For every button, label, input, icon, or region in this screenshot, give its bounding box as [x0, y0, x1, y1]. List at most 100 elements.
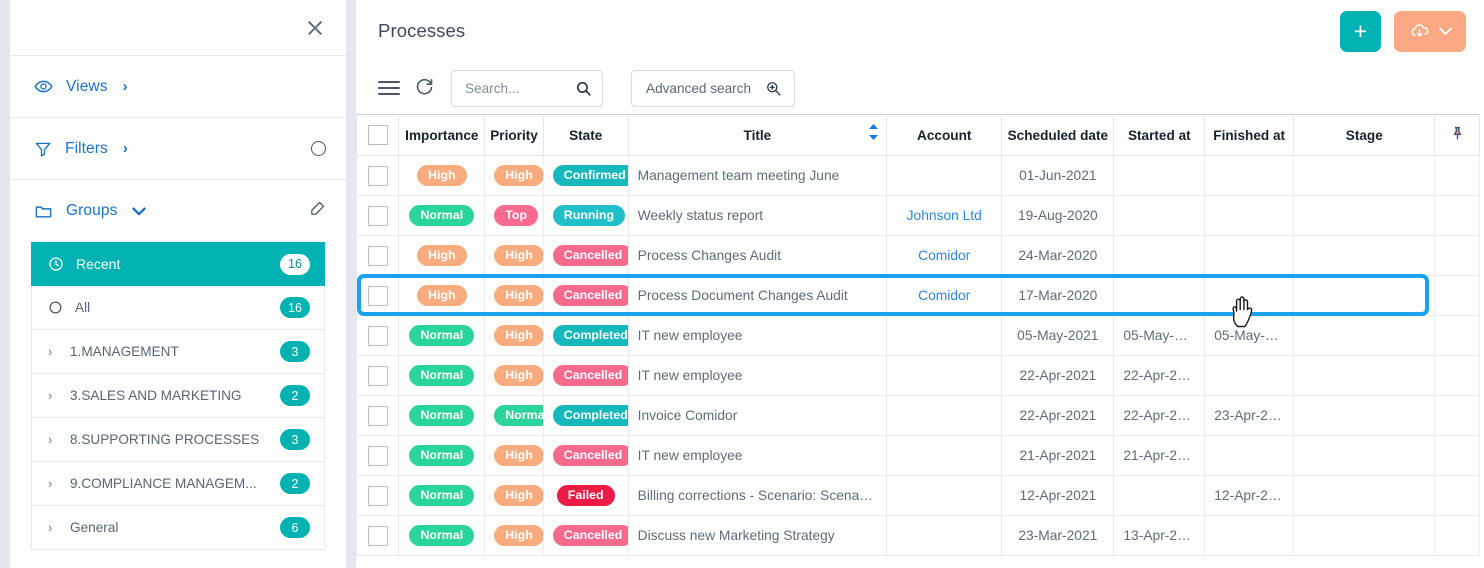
search-box[interactable] — [451, 69, 603, 107]
row-checkbox-cell[interactable] — [356, 275, 400, 316]
chevron-right-icon: › — [122, 78, 128, 95]
status-badge: Confirmed — [552, 164, 628, 187]
cell-title[interactable]: IT new employee — [627, 315, 888, 356]
refresh-icon[interactable] — [414, 75, 435, 101]
clock-icon — [48, 256, 64, 272]
table-row[interactable]: Normal High Completed IT new employee 05-May… — [356, 315, 1480, 356]
chevron-right-icon[interactable]: › — [48, 344, 58, 359]
row-checkbox[interactable] — [367, 325, 388, 346]
column-header-priority[interactable]: Priority — [484, 114, 544, 156]
cell-title[interactable]: Weekly status report — [627, 195, 888, 236]
account-link[interactable]: Comidor — [918, 288, 970, 303]
table-row[interactable]: Normal Normal CompletedInvoice Comidor 22-A… — [356, 395, 1480, 436]
cell-scheduled-date: 01-Jun-2021 — [1001, 155, 1115, 196]
cell-title[interactable]: Invoice Comidor — [627, 395, 888, 436]
select-all-checkbox[interactable] — [367, 125, 388, 145]
table-row[interactable]: Normal High Failed Billing corrections - Sc… — [356, 475, 1480, 516]
row-checkbox[interactable] — [367, 485, 388, 506]
search-icon[interactable] — [575, 80, 592, 97]
column-header-importance[interactable]: Importance — [398, 114, 486, 156]
row-checkbox-cell[interactable] — [356, 315, 400, 356]
row-checkbox-cell[interactable] — [356, 155, 400, 196]
advanced-search-label: Advanced search — [646, 80, 752, 96]
row-checkbox-cell[interactable] — [356, 515, 400, 556]
row-checkbox-cell[interactable] — [356, 235, 400, 276]
account-link[interactable]: Comidor — [918, 248, 970, 263]
status-badge: Top — [494, 204, 539, 227]
row-checkbox[interactable] — [367, 205, 388, 226]
sidebar-item-groups[interactable]: Groups — [10, 180, 346, 242]
row-checkbox[interactable] — [367, 365, 388, 386]
column-header-scheduled-date[interactable]: Scheduled date — [1001, 114, 1115, 156]
cell-title[interactable]: IT new employee — [627, 435, 888, 476]
cell-title[interactable]: Process Changes Audit — [627, 235, 888, 276]
edit-icon[interactable] — [309, 200, 326, 222]
cell-title[interactable]: IT new employee — [627, 355, 888, 396]
chevron-right-icon[interactable]: › — [48, 388, 58, 403]
column-header-account[interactable]: Account — [886, 114, 1003, 156]
row-checkbox[interactable] — [367, 405, 388, 426]
table-row[interactable]: Normal Top Running Weekly status report John… — [356, 195, 1480, 236]
sidebar-item-general[interactable]: › General 6 — [31, 506, 325, 550]
row-checkbox-cell[interactable] — [356, 475, 400, 516]
advanced-search-box[interactable]: Advanced search — [631, 69, 795, 107]
account-link[interactable]: Johnson Ltd — [907, 208, 982, 223]
status-badge: High — [494, 484, 543, 507]
sidebar-item-management[interactable]: › 1.MANAGEMENT 3 — [31, 330, 325, 374]
cell-priority: Normal — [484, 395, 544, 436]
cell-title[interactable]: Billing corrections - Scenario: Scenario… — [627, 475, 888, 516]
cell-pin — [1434, 475, 1480, 516]
select-all-header[interactable] — [356, 114, 400, 156]
cell-title[interactable]: Management team meeting June — [627, 155, 888, 196]
sidebar-item-sales-and-marketing[interactable]: › 3.SALES AND MARKETING 2 — [31, 374, 325, 418]
search-input[interactable] — [465, 80, 575, 96]
sidebar-item-compliance-management[interactable]: › 9.COMPLIANCE MANAGEM... 2 — [31, 462, 325, 506]
table-container: Importance Priority State Title Account … — [356, 114, 1484, 556]
chevron-right-icon[interactable]: › — [48, 520, 58, 535]
cell-finished-at — [1204, 435, 1295, 476]
table-row[interactable]: Normal High Cancelled IT new employee 21-Apr… — [356, 435, 1480, 476]
row-checkbox-cell[interactable] — [356, 395, 400, 436]
search-plus-icon[interactable] — [765, 80, 782, 97]
cell-started-at — [1113, 235, 1206, 276]
export-button[interactable] — [1394, 10, 1466, 52]
table-row[interactable]: Normal High Cancelled Discuss new Marketing… — [356, 515, 1480, 556]
cell-importance: Normal — [398, 515, 486, 556]
status-badge: Normal — [494, 404, 543, 427]
table-row[interactable]: High High Cancelled Process Document Change… — [356, 275, 1480, 316]
sidebar-item-recent[interactable]: Recent 16 — [31, 242, 325, 286]
main-panel: Processes + Search... Advanced search Im… — [356, 0, 1484, 568]
column-header-title[interactable]: Title — [627, 114, 888, 156]
table-row[interactable]: High High Cancelled Process Changes Audit Co… — [356, 235, 1480, 276]
chevron-right-icon[interactable]: › — [48, 476, 58, 491]
column-header-finished-at[interactable]: Finished at — [1204, 114, 1295, 156]
sidebar-item-filters[interactable]: Filters › — [10, 118, 346, 180]
sort-arrows-icon[interactable] — [868, 124, 879, 143]
table-row[interactable]: High High Confirmed Management team meeting… — [356, 155, 1480, 196]
filter-toggle-circle-icon[interactable] — [311, 141, 326, 156]
hamburger-icon[interactable] — [378, 77, 400, 99]
table-row[interactable]: Normal High Cancelled IT new employee 22-Apr… — [356, 355, 1480, 396]
sidebar-item-supporting-processes[interactable]: › 8.SUPPORTING PROCESSES 3 — [31, 418, 325, 462]
row-checkbox[interactable] — [367, 285, 388, 306]
row-checkbox[interactable] — [367, 245, 388, 266]
sidebar-item-views[interactable]: Views › — [10, 56, 346, 118]
cell-title[interactable]: Process Document Changes Audit — [627, 275, 888, 316]
add-button[interactable]: + — [1340, 10, 1381, 52]
pin-icon[interactable] — [1450, 125, 1465, 142]
row-checkbox-cell[interactable] — [356, 355, 400, 396]
sidebar-item-all[interactable]: All 16 — [31, 286, 325, 330]
close-icon[interactable] — [304, 17, 326, 39]
row-checkbox-cell[interactable] — [356, 195, 400, 236]
column-header-stage[interactable]: Stage — [1293, 114, 1436, 156]
chevron-right-icon[interactable]: › — [48, 432, 58, 447]
column-header-started-at[interactable]: Started at — [1113, 114, 1206, 156]
row-checkbox-cell[interactable] — [356, 435, 400, 476]
cell-title[interactable]: Discuss new Marketing Strategy — [627, 515, 888, 556]
chevron-down-icon[interactable] — [1438, 27, 1452, 36]
row-checkbox[interactable] — [367, 445, 388, 466]
column-header-pin[interactable] — [1434, 114, 1480, 156]
row-checkbox[interactable] — [367, 165, 388, 186]
row-checkbox[interactable] — [367, 525, 388, 546]
column-header-state[interactable]: State — [542, 114, 629, 156]
